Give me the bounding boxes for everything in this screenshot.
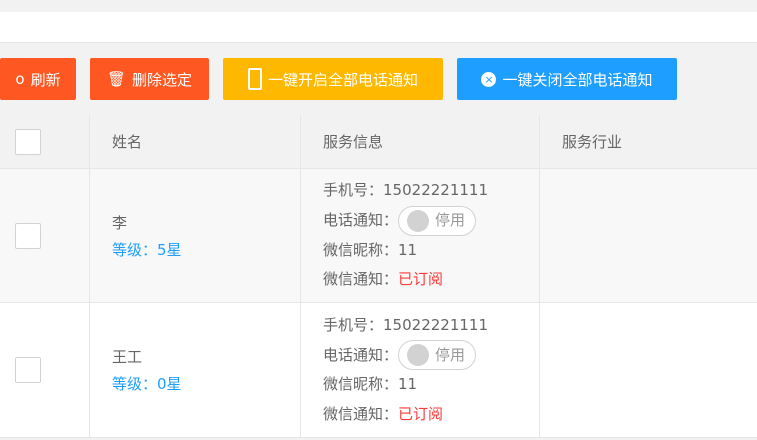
header-name: 姓名 [112,133,143,151]
toggle-text: 停用 [435,211,466,229]
phone-label: 手机号： [323,181,384,200]
phone-value: 15022221111 [383,181,488,200]
user-level: 等级：0星 [112,375,182,393]
top-bar [0,12,757,43]
toggle-knob [407,209,430,232]
user-table: 姓名 服务信息 服务行业 李等级：5星 手机号： 15022221111 电话通知… [0,115,757,438]
wx-nick-label: 微信昵称： [323,375,399,394]
row-checkbox[interactable] [15,222,41,249]
wx-notify-value: 已订阅 [398,270,444,289]
toggle-knob [407,344,430,367]
user-name: 李 [112,213,128,232]
header-service-info: 服务信息 [323,133,384,151]
wx-nick-value: 11 [398,375,418,394]
disable-all-label: 一键关闭全部电话通知 [502,70,653,89]
refresh-button[interactable]: o 刷新 [0,58,76,100]
wx-notify-label: 微信通知： [323,404,399,423]
select-all-checkbox[interactable] [15,128,41,155]
call-label: 电话通知： [323,345,399,364]
row-checkbox[interactable] [15,357,41,383]
enable-all-label: 一键开启全部电话通知 [267,70,418,89]
wx-nick-label: 微信昵称： [323,240,399,259]
disable-all-calls-button[interactable]: × 一键关闭全部电话通知 [457,58,677,100]
phone-label: 手机号： [323,315,384,334]
user-name: 王工 [112,348,143,366]
call-notify-toggle[interactable]: 停用 [398,205,477,236]
phone-icon [247,68,262,90]
table-row: 王工 等级：0星 手机号： 15022221111 电话通知： 停用 微信昵称： 11 … [0,303,757,438]
user-level: 等级：5星 [112,240,182,259]
industry-cell [540,169,757,302]
call-notify-toggle[interactable]: 停用 [398,340,477,371]
industry-cell [540,303,757,437]
header-industry: 服务行业 [562,133,623,151]
wx-notify-value: 已订阅 [398,404,444,423]
wx-notify-label: 微信通知： [323,270,399,289]
wx-nick-value: 11 [398,240,418,259]
trash-icon: 🗑 [106,70,127,88]
toggle-text: 停用 [435,345,466,364]
delete-label: 删除选定 [132,70,193,89]
phone-value: 15022221111 [383,315,488,334]
refresh-icon: o [15,70,25,88]
table-header: 姓名 服务信息 服务行业 [0,115,757,169]
call-label: 电话通知： [323,211,399,229]
refresh-label: 刷新 [30,70,61,89]
table-row: 李等级：5星 手机号： 15022221111 电话通知： 停用 微信昵称： 11 微… [0,169,757,303]
enable-all-calls-button[interactable]: 一键开启全部电话通知 [223,58,443,100]
close-circle-icon: × [481,71,497,87]
delete-selected-button[interactable]: 🗑 删除选定 [90,58,209,100]
